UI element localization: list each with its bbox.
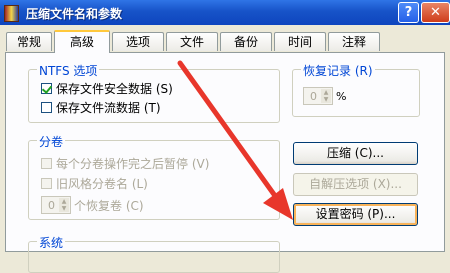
pause-after-volume-checkbox[interactable]: 每个分卷操作完之后暂停 (V) (41, 155, 209, 172)
tab-options[interactable]: 选项 (112, 32, 164, 51)
recovery-record-group: 恢复记录 (R) 0 ▲ ▼ % (292, 62, 420, 117)
save-streams-checkbox[interactable]: 保存文件流数据 (T) (41, 99, 161, 116)
checkbox-label: 保存文件安全数据 (S) (56, 82, 173, 96)
help-button[interactable]: ? (398, 2, 419, 23)
checkbox-label: 旧风格分卷名 (L) (56, 177, 148, 191)
advanced-tab-panel: NTFS 选项 保存文件安全数据 (S) 保存文件流数据 (T) 恢复记录 (R… (5, 52, 445, 273)
title-bar: 压缩文件名和参数 ? ✕ (0, 0, 450, 25)
system-group: 系统 (28, 234, 280, 273)
checkbox-label: 每个分卷操作完之后暂停 (V) (56, 157, 210, 171)
window-title: 压缩文件名和参数 (26, 7, 123, 21)
checkbox-unchecked-icon[interactable] (41, 102, 52, 113)
spinner-arrows-icon[interactable]: ▲ ▼ (59, 198, 69, 212)
tab-general[interactable]: 常规 (6, 32, 52, 51)
recovery-volumes-label: 个恢复卷 (C) (74, 198, 144, 213)
close-button[interactable]: ✕ (421, 2, 450, 23)
ntfs-group-title: NTFS 选项 (37, 62, 100, 79)
checkbox-label: 保存文件流数据 (T) (56, 101, 161, 115)
split-group-title: 分卷 (37, 133, 66, 150)
tab-backup[interactable]: 备份 (220, 32, 272, 51)
checkbox-disabled-icon[interactable] (41, 158, 52, 169)
tab-comment[interactable]: 注释 (328, 32, 380, 51)
recovery-record-row: 0 ▲ ▼ % (303, 87, 346, 105)
ntfs-options-group: NTFS 选项 保存文件安全数据 (S) 保存文件流数据 (T) (28, 62, 280, 123)
spinner-value: 0 (310, 89, 317, 103)
tab-time[interactable]: 时间 (274, 32, 326, 51)
checkbox-disabled-icon[interactable] (41, 178, 52, 189)
save-security-checkbox[interactable]: 保存文件安全数据 (S) (41, 80, 173, 97)
recovery-record-spinner[interactable]: 0 ▲ ▼ (303, 87, 333, 105)
tab-files[interactable]: 文件 (166, 32, 218, 51)
recovery-volumes-row: 0 ▲ ▼ 个恢复卷 (C) (41, 196, 144, 214)
spinner-value: 0 (48, 198, 55, 212)
winrar-app-icon (4, 5, 19, 22)
old-style-names-checkbox[interactable]: 旧风格分卷名 (L) (41, 175, 148, 192)
spinner-arrows-icon[interactable]: ▲ ▼ (321, 89, 331, 103)
tab-advanced[interactable]: 高级 (54, 30, 110, 53)
set-password-button[interactable]: 设置密码 (P)... (293, 203, 418, 226)
recovery-record-title: 恢复记录 (R) (301, 62, 375, 79)
compress-button[interactable]: 压缩 (C)... (293, 142, 418, 165)
split-volumes-group: 分卷 每个分卷操作完之后暂停 (V) 旧风格分卷名 (L) 0 ▲ ▼ 个恢复卷 … (28, 133, 280, 220)
recovery-volumes-spinner[interactable]: 0 ▲ ▼ (41, 196, 71, 214)
sfx-options-button[interactable]: 自解压选项 (X)... (293, 173, 418, 196)
percent-unit: % (336, 89, 347, 103)
checkbox-checked-icon[interactable] (41, 83, 52, 94)
system-group-title: 系统 (37, 234, 66, 251)
